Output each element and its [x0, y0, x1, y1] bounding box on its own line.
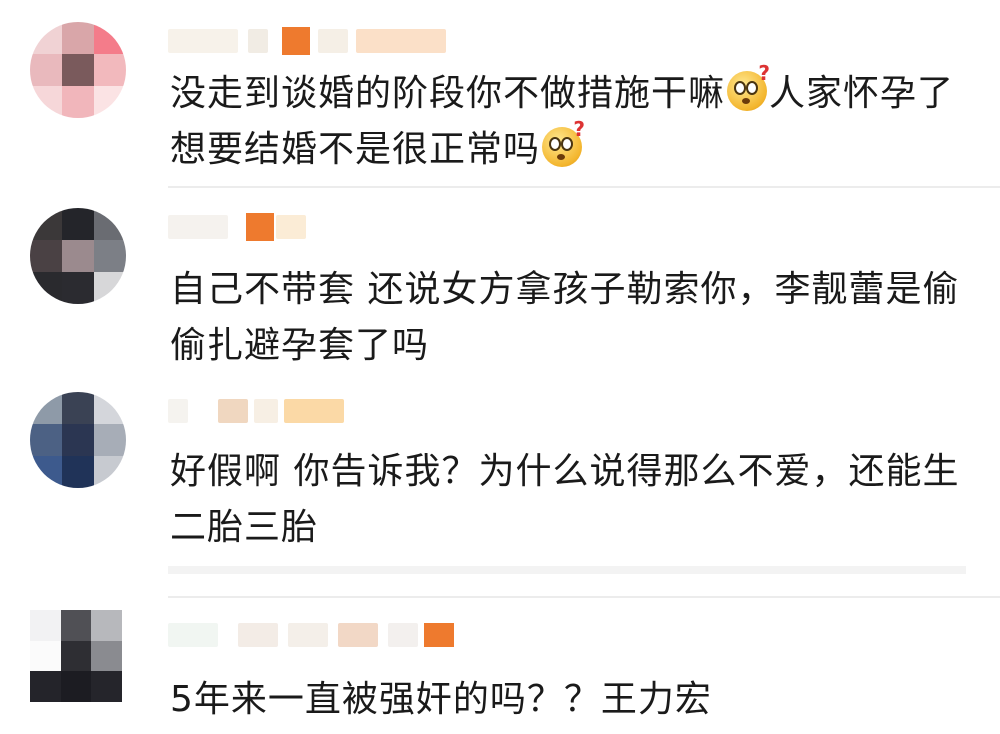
divider	[168, 566, 966, 574]
divider	[168, 596, 1000, 598]
doubt-face-emoji-icon: ?	[542, 119, 585, 167]
comment-text: 自己不带套 还说女方拿孩子勒索你，李靓蕾是偷偷扎避孕套了吗	[170, 269, 960, 366]
user-badge-icon	[424, 623, 454, 647]
comment-text: 好假啊 你告诉我？为什么说得那么不爱，还能生二胎三胎	[170, 451, 960, 548]
username[interactable]	[168, 26, 446, 56]
username[interactable]	[168, 212, 306, 242]
avatar[interactable]	[30, 610, 122, 702]
user-badge-icon	[282, 27, 310, 55]
divider	[168, 186, 1000, 188]
user-badge-icon	[246, 213, 274, 241]
avatar[interactable]	[30, 392, 126, 488]
comment-text: 没走到谈婚的阶段你不做措施干嘛? 人家怀孕了想要结婚不是很正常吗?	[170, 61, 955, 170]
doubt-face-emoji-icon: ?	[727, 63, 770, 111]
avatar[interactable]	[30, 208, 126, 304]
comment-text: 5年来一直被强奸的吗？？王力宏	[170, 679, 712, 720]
avatar[interactable]	[30, 22, 126, 118]
username[interactable]	[168, 396, 344, 426]
username[interactable]	[168, 620, 454, 650]
